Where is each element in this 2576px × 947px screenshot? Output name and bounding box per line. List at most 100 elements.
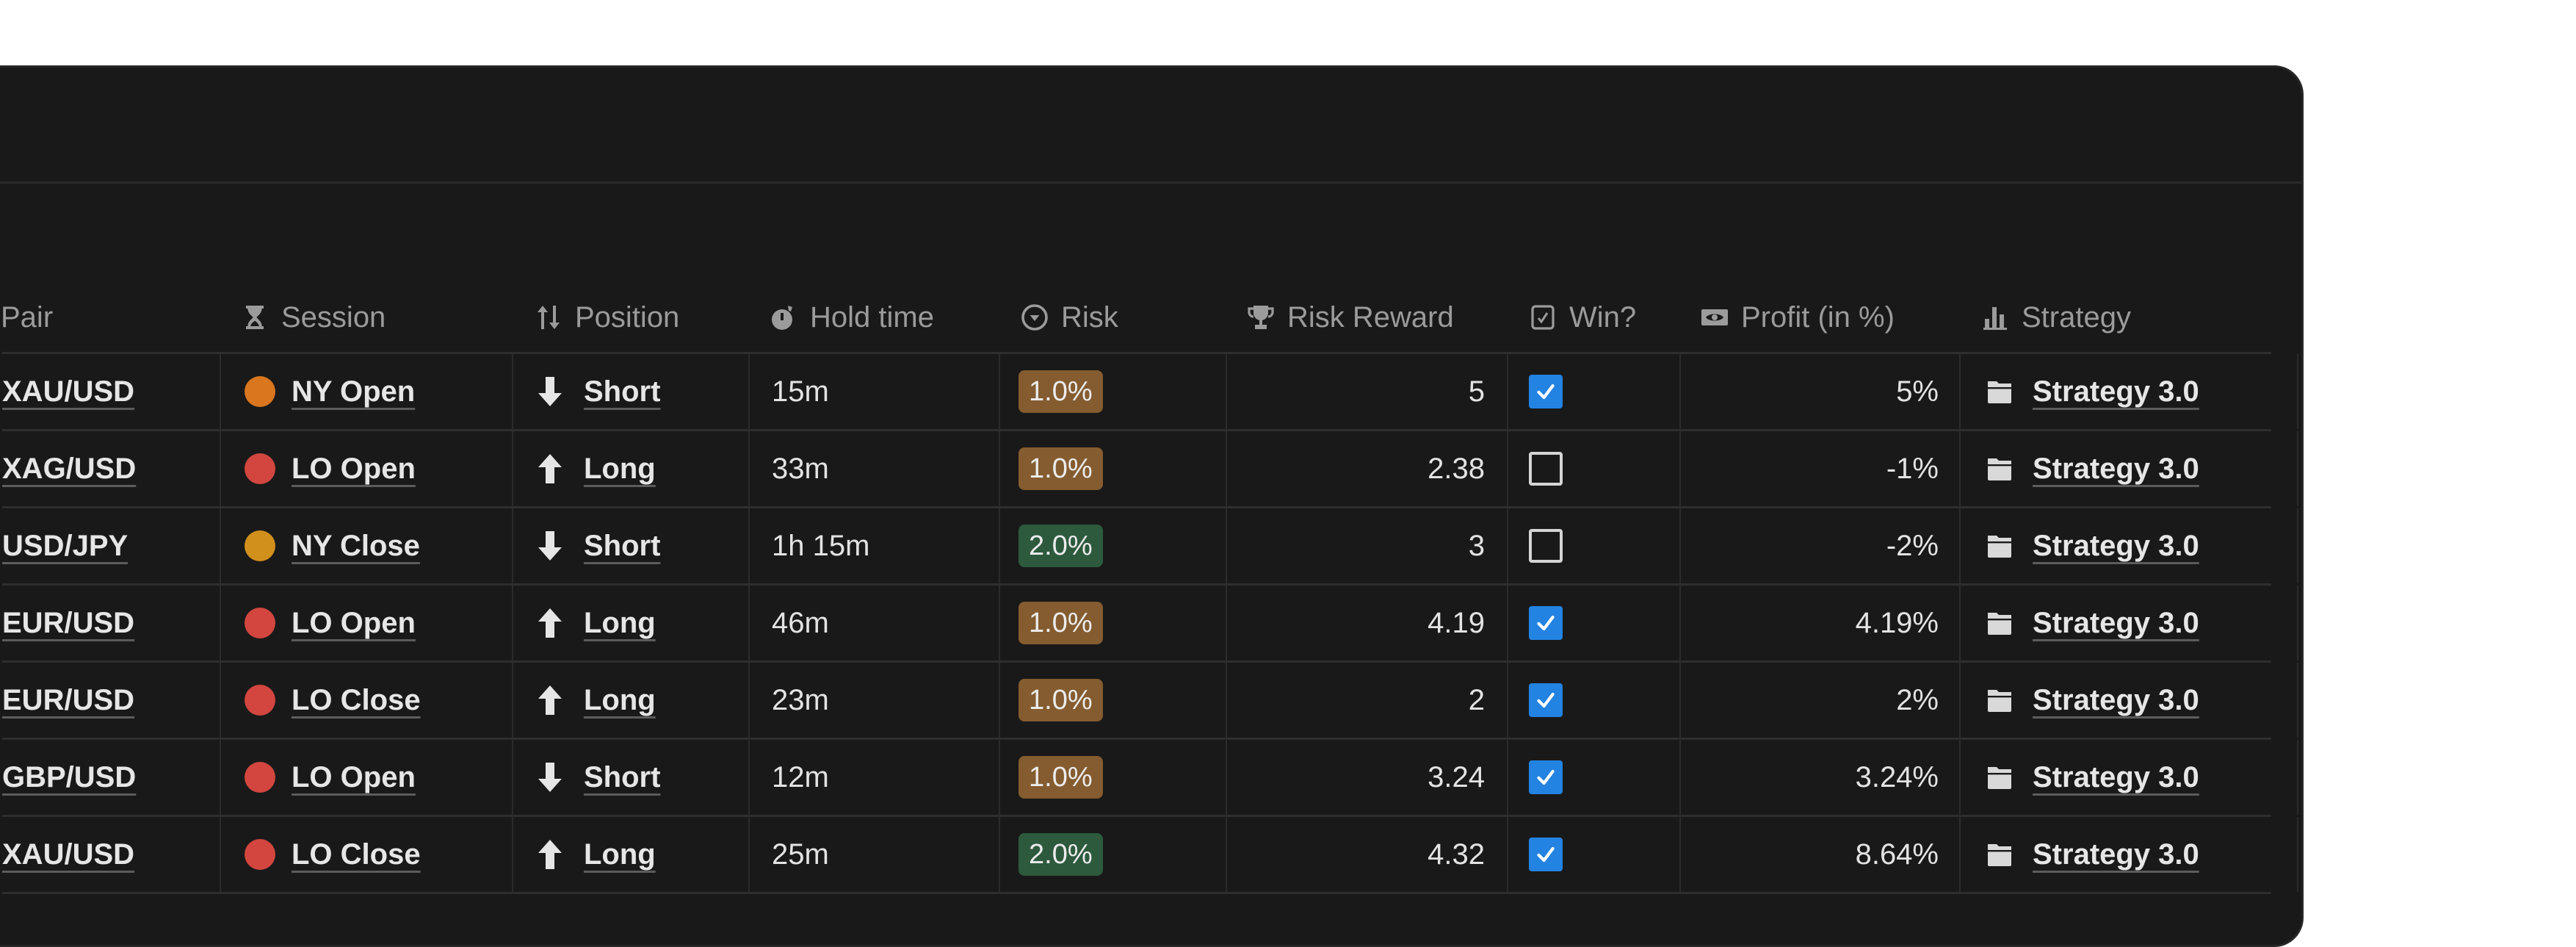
column-header-win[interactable]: Win? bbox=[1527, 281, 1636, 354]
cell-session[interactable]: LO Open bbox=[221, 586, 513, 660]
session-link[interactable]: LO Open bbox=[292, 607, 416, 640]
column-header-profit[interactable]: Profit (in %) bbox=[1698, 281, 1895, 354]
cell-hold-time[interactable]: 25m bbox=[750, 817, 1000, 892]
cell-session[interactable]: LO Open bbox=[221, 431, 513, 506]
position-link[interactable]: Short bbox=[584, 375, 660, 408]
cell-profit[interactable]: -2% bbox=[1681, 508, 1961, 583]
cell-position[interactable]: Long bbox=[513, 586, 750, 660]
cell-risk-reward[interactable]: 5 bbox=[1227, 354, 1508, 429]
win-checkbox[interactable] bbox=[1529, 375, 1563, 408]
win-checkbox[interactable] bbox=[1529, 760, 1563, 794]
cell-risk-reward[interactable]: 2.38 bbox=[1227, 431, 1508, 506]
column-header-hold-time[interactable]: Hold time bbox=[767, 281, 934, 354]
cell-position[interactable]: Short bbox=[513, 740, 750, 815]
win-checkbox[interactable] bbox=[1529, 529, 1563, 563]
cell-hold-time[interactable]: 15m bbox=[750, 354, 1000, 429]
column-header-position[interactable]: Position bbox=[532, 281, 679, 354]
session-link[interactable]: LO Open bbox=[292, 453, 416, 486]
column-header-session[interactable]: Session bbox=[239, 281, 386, 354]
cell-risk[interactable]: 1.0% bbox=[1000, 586, 1227, 660]
cell-session[interactable]: NY Open bbox=[221, 354, 513, 429]
cell-risk[interactable]: 2.0% bbox=[1000, 817, 1227, 892]
cell-profit[interactable]: 5% bbox=[1681, 354, 1961, 429]
cell-win[interactable] bbox=[1508, 817, 1681, 892]
cell-strategy[interactable]: Strategy 3.0 bbox=[1961, 663, 2298, 738]
cell-profit[interactable]: 2% bbox=[1681, 663, 1961, 738]
cell-profit[interactable]: -1% bbox=[1681, 431, 1961, 506]
cell-session[interactable]: LO Open bbox=[221, 740, 513, 815]
cell-pair[interactable]: GBP/USD bbox=[0, 740, 221, 815]
cell-risk[interactable]: 1.0% bbox=[1000, 354, 1227, 429]
cell-profit[interactable]: 8.64% bbox=[1681, 817, 1961, 892]
win-checkbox[interactable] bbox=[1529, 683, 1563, 717]
table-row[interactable]: GBP/USD LO Open Short 12m 1.0% 3.24 3.24… bbox=[0, 740, 2298, 817]
cell-strategy[interactable]: Strategy 3.0 bbox=[1961, 508, 2298, 583]
strategy-link[interactable]: Strategy 3.0 bbox=[2033, 530, 2199, 563]
cell-profit[interactable]: 4.19% bbox=[1681, 586, 1961, 660]
cell-win[interactable] bbox=[1508, 354, 1681, 429]
cell-risk[interactable]: 1.0% bbox=[1000, 663, 1227, 738]
table-row[interactable]: EUR/USD LO Open Long 46m 1.0% 4.19 4.19% bbox=[2, 586, 2298, 663]
cell-hold-time[interactable]: 1h 15m bbox=[750, 508, 1000, 583]
pair-link[interactable]: XAU/USD bbox=[2, 838, 134, 871]
win-checkbox[interactable] bbox=[1529, 452, 1563, 486]
win-checkbox[interactable] bbox=[1529, 606, 1563, 640]
cell-session[interactable]: NY Close bbox=[221, 508, 513, 583]
cell-position[interactable]: Short bbox=[513, 508, 750, 583]
strategy-link[interactable]: Strategy 3.0 bbox=[2033, 684, 2199, 717]
cell-hold-time[interactable]: 46m bbox=[750, 586, 1000, 660]
cell-win[interactable] bbox=[1508, 740, 1681, 815]
cell-strategy[interactable]: Strategy 3.0 bbox=[1961, 431, 2298, 506]
risk-badge[interactable]: 1.0% bbox=[1019, 602, 1103, 644]
cell-position[interactable]: Long bbox=[513, 663, 750, 738]
cell-win[interactable] bbox=[1508, 508, 1681, 583]
cell-risk-reward[interactable]: 3.24 bbox=[1227, 740, 1508, 815]
pair-link[interactable]: EUR/USD bbox=[2, 684, 134, 717]
session-link[interactable]: LO Close bbox=[292, 684, 421, 717]
position-link[interactable]: Long bbox=[584, 453, 656, 486]
cell-risk[interactable]: 1.0% bbox=[1000, 740, 1227, 815]
cell-profit[interactable]: 3.24% bbox=[1681, 740, 1961, 815]
cell-session[interactable]: LO Close bbox=[221, 817, 513, 892]
cell-win[interactable] bbox=[1508, 663, 1681, 738]
position-link[interactable]: Short bbox=[584, 530, 660, 563]
cell-position[interactable]: Long bbox=[513, 431, 750, 506]
table-row[interactable]: XAG/USD LO Open Long 33m 1.0% 2.38 -1% S… bbox=[2, 431, 2298, 508]
cell-pair[interactable]: XAU/USD bbox=[0, 817, 221, 892]
risk-badge[interactable]: 1.0% bbox=[1019, 370, 1103, 413]
cell-hold-time[interactable]: 33m bbox=[750, 431, 1000, 506]
column-header-risk-reward[interactable]: Risk Reward bbox=[1245, 281, 1454, 354]
pair-link[interactable]: XAU/USD bbox=[2, 375, 134, 408]
session-link[interactable]: NY Close bbox=[292, 530, 420, 563]
strategy-link[interactable]: Strategy 3.0 bbox=[2033, 838, 2199, 871]
strategy-link[interactable]: Strategy 3.0 bbox=[2033, 761, 2199, 794]
session-link[interactable]: LO Open bbox=[292, 761, 416, 794]
cell-risk-reward[interactable]: 4.19 bbox=[1227, 586, 1508, 660]
position-link[interactable]: Short bbox=[584, 761, 660, 794]
session-link[interactable]: LO Close bbox=[292, 838, 421, 871]
risk-badge[interactable]: 2.0% bbox=[1019, 833, 1103, 876]
pair-link[interactable]: USD/JPY bbox=[2, 530, 128, 563]
pair-link[interactable]: EUR/USD bbox=[2, 607, 134, 640]
risk-badge[interactable]: 1.0% bbox=[1019, 447, 1103, 490]
risk-badge[interactable]: 1.0% bbox=[1019, 756, 1103, 799]
cell-strategy[interactable]: Strategy 3.0 bbox=[1961, 817, 2298, 892]
cell-win[interactable] bbox=[1508, 431, 1681, 506]
cell-risk-reward[interactable]: 4.32 bbox=[1227, 817, 1508, 892]
cell-risk-reward[interactable]: 2 bbox=[1227, 663, 1508, 738]
column-header-strategy[interactable]: Strategy bbox=[1979, 281, 2131, 354]
cell-risk[interactable]: 2.0% bbox=[1000, 508, 1227, 583]
position-link[interactable]: Long bbox=[584, 684, 656, 717]
cell-hold-time[interactable]: 12m bbox=[750, 740, 1000, 815]
risk-badge[interactable]: 1.0% bbox=[1019, 679, 1103, 721]
cell-hold-time[interactable]: 23m bbox=[750, 663, 1000, 738]
cell-win[interactable] bbox=[1508, 586, 1681, 660]
cell-strategy[interactable]: Strategy 3.0 bbox=[1961, 740, 2298, 815]
cell-position[interactable]: Long bbox=[513, 817, 750, 892]
strategy-link[interactable]: Strategy 3.0 bbox=[2033, 607, 2199, 640]
pair-link[interactable]: GBP/USD bbox=[2, 761, 136, 794]
cell-position[interactable]: Short bbox=[513, 354, 750, 429]
column-header-pair[interactable]: Pair bbox=[1, 281, 53, 354]
cell-pair[interactable]: EUR/USD bbox=[0, 663, 221, 738]
cell-risk-reward[interactable]: 3 bbox=[1227, 508, 1508, 583]
